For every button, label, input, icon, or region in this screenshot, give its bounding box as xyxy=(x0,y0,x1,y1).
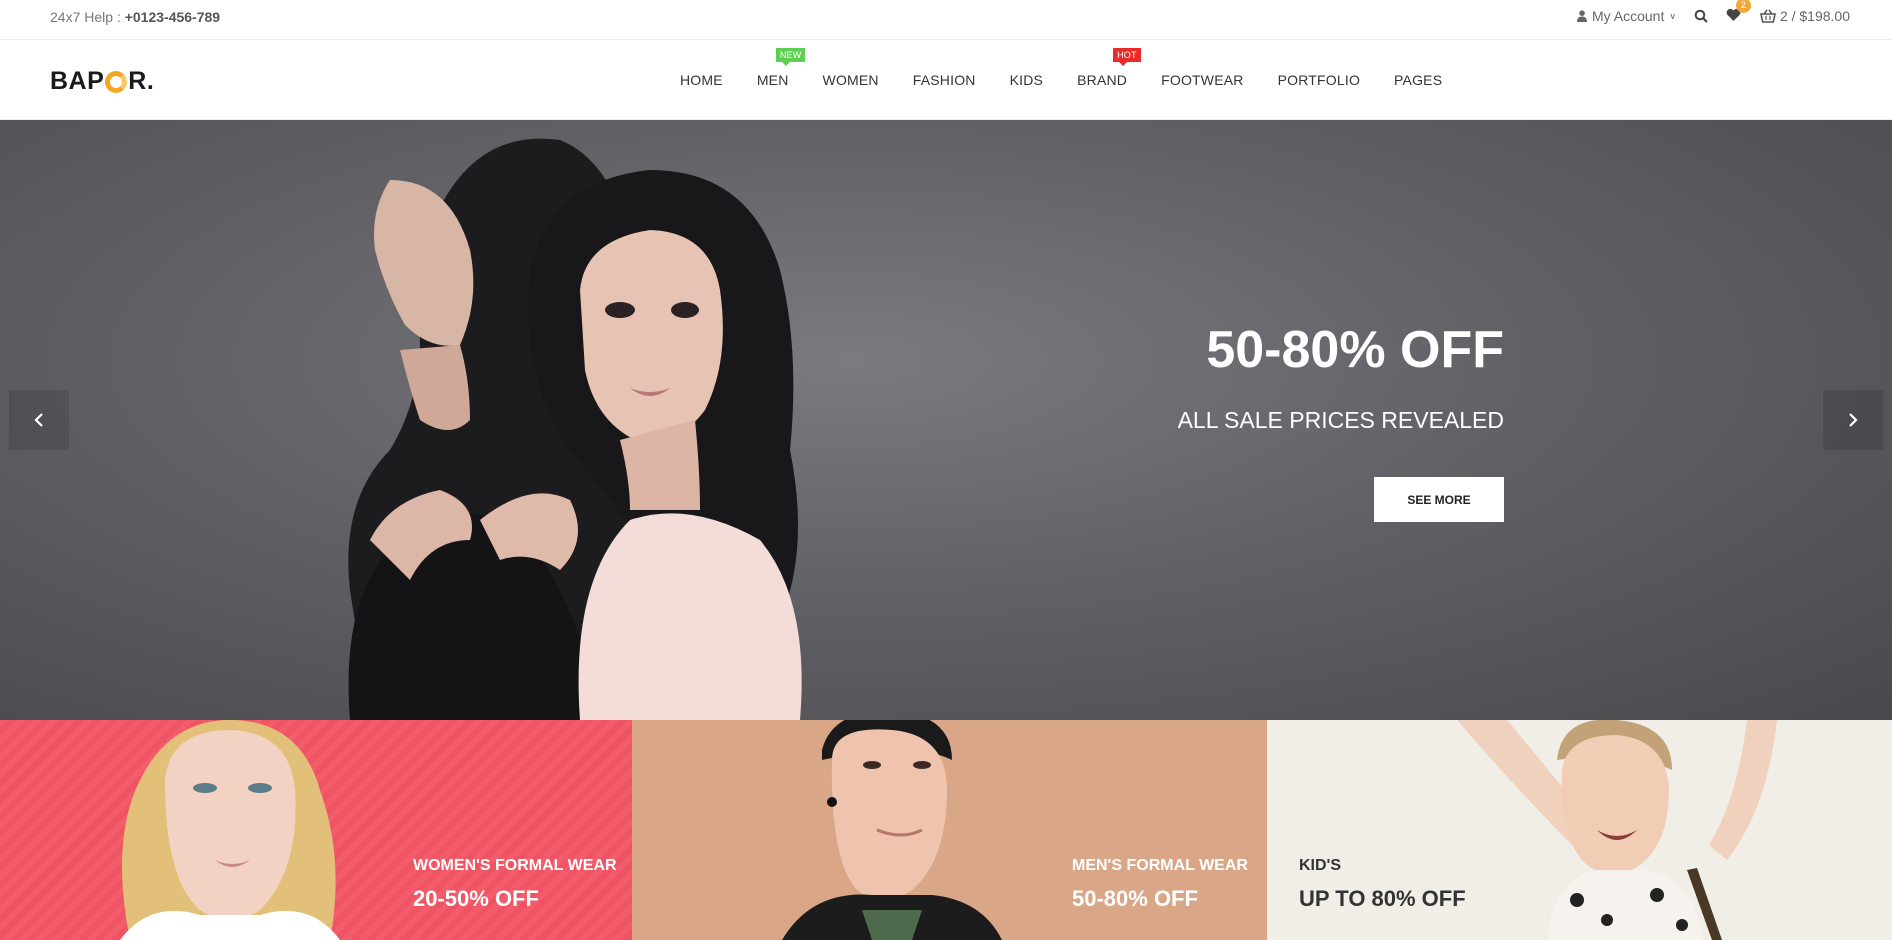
site-logo[interactable]: BAP R. xyxy=(50,67,154,96)
wishlist-button[interactable]: 2 xyxy=(1726,0,1751,24)
nav-item-home[interactable]: HOME xyxy=(680,72,723,88)
nav-item-pages[interactable]: PAGES xyxy=(1394,72,1442,88)
slide-subtitle: ALL SALE PRICES REVEALED xyxy=(1177,407,1504,433)
cart-button[interactable]: 2 / $198.00 xyxy=(1759,8,1850,24)
chevron-down-icon: ∨ xyxy=(1669,10,1676,21)
banner-men[interactable]: MEN'S FORMAL WEAR 50-80% OFF xyxy=(632,720,1267,940)
my-account-label: My Account xyxy=(1591,8,1665,24)
hero-models-image xyxy=(348,138,802,720)
banner-kids-offer: UP TO 80% OFF xyxy=(1299,886,1466,911)
wishlist-count-badge: 2 xyxy=(1735,0,1751,13)
slide-title: 50-80% OFF xyxy=(1206,321,1504,379)
nav-item-men[interactable]: NEW MEN xyxy=(757,48,806,88)
nav-item-brand[interactable]: HOT BRAND xyxy=(1077,48,1141,88)
new-tag-badge: NEW xyxy=(775,48,806,66)
banner-women-title: WOMEN'S FORMAL WEAR xyxy=(413,857,617,874)
my-account-menu[interactable]: My Account ∨ xyxy=(1576,8,1676,24)
chevron-left-icon xyxy=(34,413,43,427)
search-icon[interactable] xyxy=(1694,9,1708,23)
nav-item-kids[interactable]: KIDS xyxy=(1010,72,1043,88)
banner-men-title: MEN'S FORMAL WEAR xyxy=(1072,857,1248,874)
category-banners: WOMEN'S FORMAL WEAR 20-50% OFF MEN'S FOR… xyxy=(0,720,1892,940)
hero-slider: 50-80% OFF ALL SALE PRICES REVEALED SEE … xyxy=(0,120,1892,720)
chevron-right-icon xyxy=(1849,413,1858,427)
banner-kids[interactable]: KID'S UP TO 80% OFF xyxy=(1267,720,1892,940)
slider-prev-button[interactable] xyxy=(9,390,69,450)
banner-women-offer: 20-50% OFF xyxy=(413,886,539,911)
top-right-actions: My Account ∨ 2 2 / $198.00 xyxy=(1559,0,1850,24)
help-phone[interactable]: +0123-456-789 xyxy=(125,9,220,25)
banner-men-image xyxy=(782,720,1002,940)
banner-kids-image xyxy=(1457,720,1777,940)
nav-item-portfolio[interactable]: PORTFOLIO xyxy=(1278,72,1360,88)
banner-kids-title: KID'S xyxy=(1299,857,1342,874)
nav-item-fashion[interactable]: FASHION xyxy=(913,72,976,88)
hot-tag-badge: HOT xyxy=(1113,48,1141,66)
nav-item-footwear[interactable]: FOOTWEAR xyxy=(1161,72,1243,88)
logo-ring-icon xyxy=(105,70,128,93)
banner-men-offer: 50-80% OFF xyxy=(1072,886,1198,911)
banner-women[interactable]: WOMEN'S FORMAL WEAR 20-50% OFF xyxy=(0,720,632,940)
slider-next-button[interactable] xyxy=(1823,390,1883,450)
see-more-button[interactable]: SEE MORE xyxy=(1374,477,1504,522)
user-icon xyxy=(1576,10,1587,22)
help-line: 24x7 Help : +0123-456-789 xyxy=(50,9,220,25)
main-header: BAP R. HOME NEW MEN WOMEN FASHION KIDS HO… xyxy=(0,40,1892,120)
help-label: 24x7 Help : xyxy=(50,9,121,25)
cart-summary: 2 / $198.00 xyxy=(1779,8,1850,24)
top-bar: 24x7 Help : +0123-456-789 My Account ∨ 2… xyxy=(0,0,1892,40)
nav-item-women[interactable]: WOMEN xyxy=(823,72,879,88)
banner-women-image xyxy=(120,720,340,940)
basket-icon xyxy=(1759,9,1776,23)
main-nav: HOME NEW MEN WOMEN FASHION KIDS HOT BRAN… xyxy=(680,40,1476,120)
